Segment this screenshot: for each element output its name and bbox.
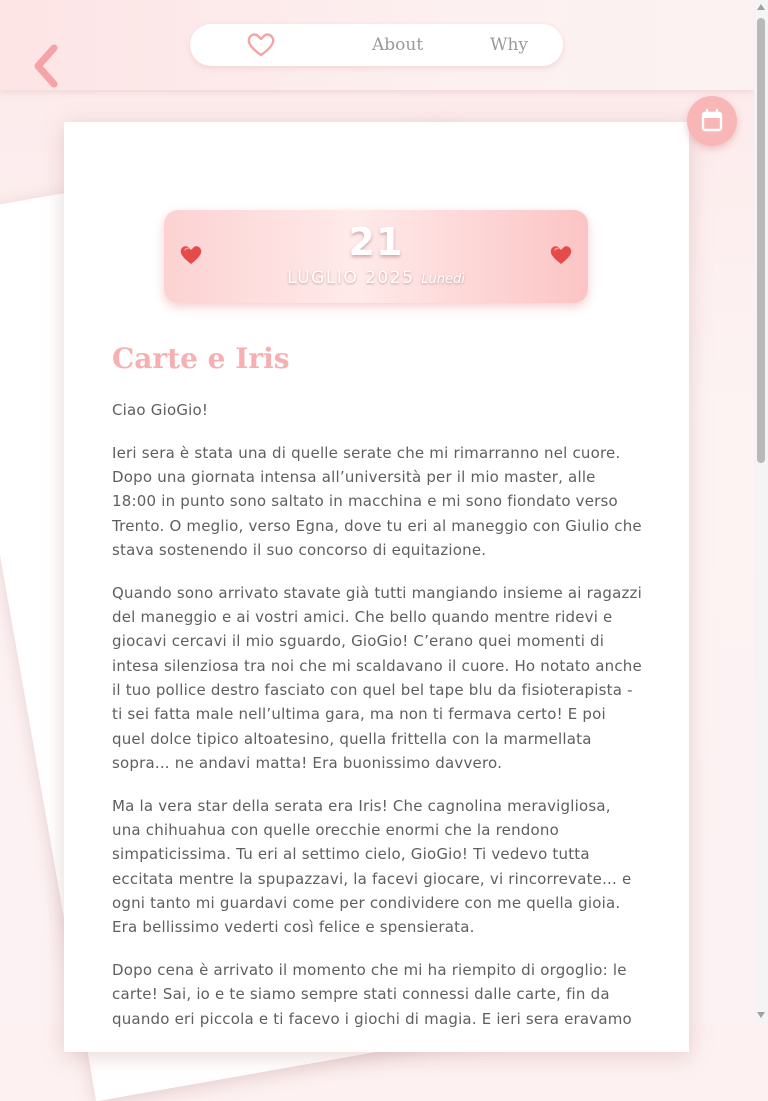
weekday-text: Lunedì	[421, 272, 465, 287]
vertical-scrollbar[interactable]	[754, 0, 768, 1024]
nav-about-link[interactable]: About	[372, 35, 423, 55]
scroll-up-arrow-icon[interactable]	[757, 4, 765, 10]
month-year-text: LUGLIO 2025	[287, 268, 415, 288]
date-banner: 21 LUGLIO 2025 Lunedì	[164, 210, 588, 303]
scrollbar-thumb[interactable]	[757, 18, 765, 463]
entry-paragraph: Dopo cena è arrivato il momento che mi h…	[112, 960, 632, 1028]
calendar-button[interactable]	[687, 96, 737, 146]
diary-page: 21 LUGLIO 2025 Lunedì Carte e Iris Ciao …	[64, 122, 689, 1052]
nav-why-link[interactable]: Why	[490, 35, 528, 55]
nav-bar: About Why	[190, 24, 563, 66]
entry-body: Ciao GioGio! Ieri sera è stata una di qu…	[112, 398, 644, 1049]
entry-paragraph: Ieri sera è stata una di quelle serate c…	[112, 443, 642, 559]
scroll-down-arrow-icon[interactable]	[757, 1012, 765, 1018]
heart-outline-icon[interactable]	[246, 32, 276, 58]
top-bar: About Why	[0, 0, 754, 90]
entry-title: Carte e Iris	[112, 342, 290, 375]
entry-paragraph: Quando sono arrivato stavate già tutti m…	[112, 583, 642, 772]
calendar-icon	[701, 108, 723, 132]
chevron-left-icon[interactable]	[30, 42, 64, 90]
date-day: 21	[348, 220, 404, 264]
heart-icon	[549, 244, 573, 266]
date-month-year: LUGLIO 2025 Lunedì	[164, 268, 588, 288]
entry-paragraph: Ciao GioGio!	[112, 401, 209, 419]
entry-paragraph: Ma la vera star della serata era Iris! C…	[112, 796, 632, 937]
